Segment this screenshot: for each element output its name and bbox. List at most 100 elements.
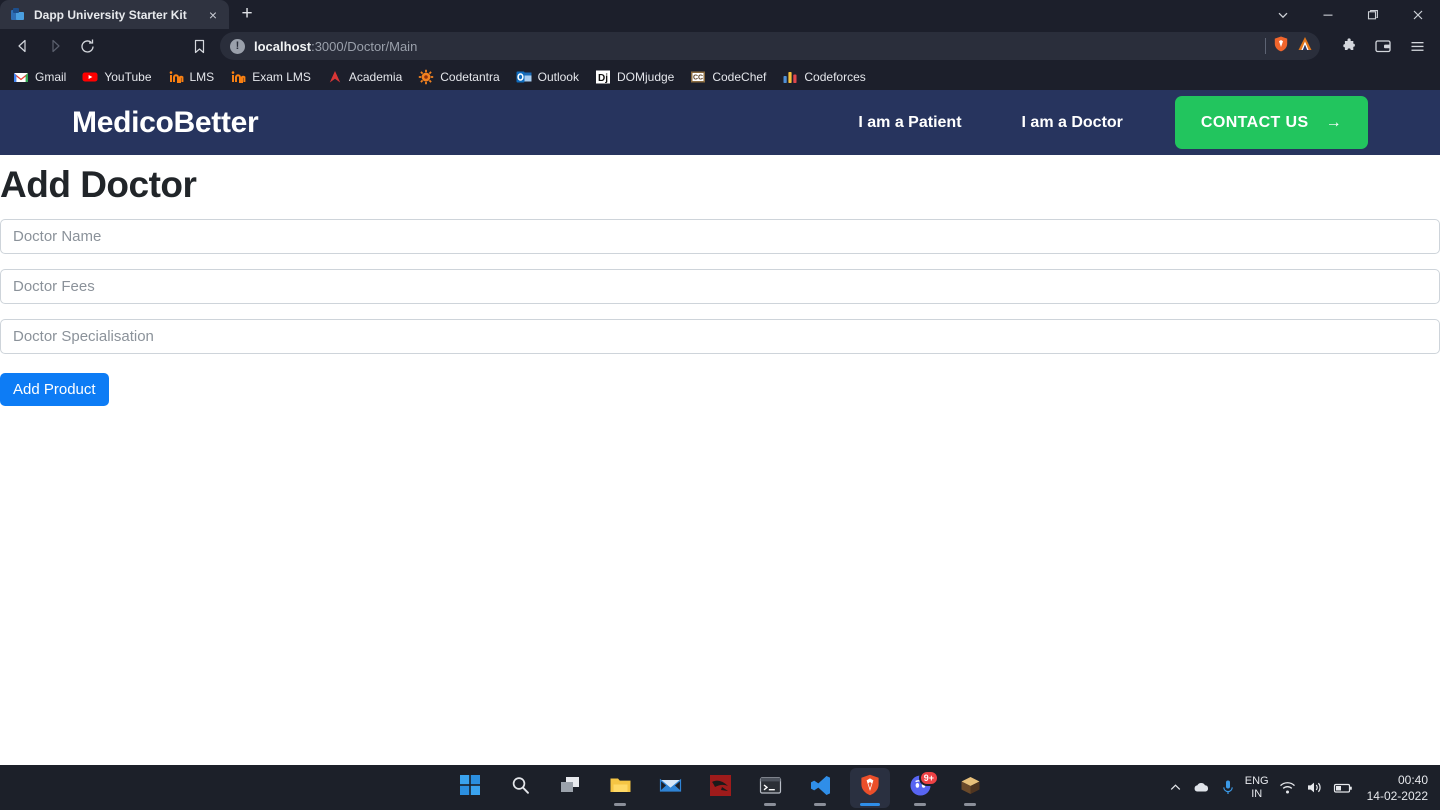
bookmark-label: DOMjudge [616,69,675,84]
running-indicator [914,802,926,806]
tab-title: Dapp University Starter Kit [34,7,187,22]
bookmark-codetantra[interactable]: Codetantra [411,66,506,88]
bookmark-domjudge[interactable]: Dj DOMjudge [588,66,681,88]
bookmark-label: LMS [189,69,215,84]
bookmark-outlook[interactable]: Outlook [509,66,586,88]
tab-strip: Dapp University Starter Kit × + [0,0,1440,29]
bookmark-codeforces[interactable]: Codeforces [775,66,872,88]
taskbar-items: 9+ [450,767,990,808]
minecraft[interactable] [950,768,990,808]
page-title: Add Doctor [0,164,197,205]
outlook-icon [516,69,532,85]
terminal[interactable] [750,768,790,808]
battery-icon[interactable] [1333,781,1353,795]
maximize-icon[interactable] [1350,0,1395,29]
site-nav-links: I am a Patient I am a Doctor CONTACT US … [828,96,1368,149]
search-button[interactable] [500,768,540,808]
doctor-name-input[interactable]: Doctor Name [0,218,1440,254]
nav-link-patient[interactable]: I am a Patient [828,114,991,132]
bookmark-academia[interactable]: Academia [320,66,409,88]
bookmark-lms[interactable]: LMS [161,66,222,88]
bookmark-label: Exam LMS [252,69,311,84]
bookmark-this-icon[interactable] [184,32,214,60]
url-text: localhost:3000/Doctor/Main [254,39,417,54]
site-info-icon[interactable]: ! [230,38,245,54]
task-view-icon [559,774,581,801]
bookmark-exam-lms[interactable]: Exam LMS [223,66,318,88]
moodle-icon [168,69,184,85]
url-host: localhost [254,38,312,54]
omnibox-actions [1257,35,1314,58]
language-indicator[interactable]: ENG IN [1245,775,1269,801]
volume-icon[interactable] [1306,780,1323,795]
task-view-button[interactable] [550,768,590,808]
running-indicator [814,802,826,806]
file-explorer[interactable] [600,768,640,808]
tab-search-icon[interactable] [1260,0,1305,29]
microphone-icon[interactable] [1221,779,1235,796]
running-indicator [964,802,976,806]
file-explorer-icon [609,774,632,802]
doctor-specialisation-placeholder: Doctor Specialisation [13,327,154,345]
toolbar-right-actions [1328,32,1432,60]
onedrive-icon[interactable] [1192,780,1211,795]
browser-tab[interactable]: Dapp University Starter Kit × [0,0,229,29]
bookmark-label: Codeforces [804,69,866,84]
doctor-fees-input[interactable]: Doctor Fees [0,268,1440,304]
doctor-specialisation-input[interactable]: Doctor Specialisation [0,318,1440,354]
reload-icon[interactable] [72,32,102,60]
running-indicator [764,802,776,806]
browser-menu-icon[interactable] [1402,32,1432,60]
page-content: Add Doctor Doctor Name Doctor Fees Docto… [0,155,1440,406]
tray-overflow-icon[interactable] [1169,781,1182,794]
mail-app[interactable] [650,768,690,808]
bookmark-label: YouTube [104,69,152,84]
site-logo[interactable]: MedicoBetter [72,106,259,140]
back-icon[interactable] [8,32,38,60]
language-line-1: ENG [1244,774,1269,787]
terminal-icon [759,774,782,802]
address-bar[interactable]: ! localhost:3000/Doctor/Main [220,32,1320,60]
minimize-icon[interactable] [1305,0,1350,29]
metamask-icon[interactable] [1296,35,1314,58]
codechef-icon: CC [690,69,706,85]
windows-start-icon [459,774,481,801]
close-window-icon[interactable] [1395,0,1440,29]
language-line-2: IN [1251,787,1263,800]
codeforces-icon [782,69,798,85]
bookmark-label: Outlook [537,69,579,84]
bookmark-gmail[interactable]: Gmail [6,66,73,88]
minecraft-icon [959,774,982,802]
kali-linux[interactable] [700,768,740,808]
brave-browser[interactable] [850,767,890,808]
site-navbar: MedicoBetter I am a Patient I am a Docto… [0,90,1440,155]
doctor-name-placeholder: Doctor Name [13,227,102,245]
youtube-icon [82,69,98,85]
browser-window: Dapp University Starter Kit × + ! localh… [0,0,1440,765]
add-product-button[interactable]: Add Product [0,372,109,406]
bookmark-codechef[interactable]: CC CodeChef [683,66,773,88]
close-tab-icon[interactable]: × [205,7,221,23]
arrow-right-icon: → [1325,113,1342,131]
discord[interactable]: 9+ [900,768,940,808]
vscode-icon [809,774,832,802]
clock[interactable]: 00:40 14-02-2022 [1363,772,1428,804]
bookmark-youtube[interactable]: YouTube [75,66,158,88]
brave-shields-icon[interactable] [1272,35,1290,58]
active-indicator [860,802,880,806]
forward-icon[interactable] [40,32,70,60]
brave-icon [858,773,882,802]
browser-toolbar: ! localhost:3000/Doctor/Main [0,29,1440,63]
start-button[interactable] [450,768,490,808]
contact-us-button[interactable]: CONTACT US → [1174,96,1368,149]
brave-wallet-icon[interactable] [1368,32,1398,60]
vs-code[interactable] [800,768,840,808]
new-tab-button[interactable]: + [233,0,261,28]
extensions-puzzle-icon[interactable] [1334,32,1364,60]
wifi-icon[interactable] [1279,781,1296,795]
domjudge-icon: Dj [595,69,611,85]
contact-us-label: CONTACT US [1200,113,1309,131]
nav-link-doctor[interactable]: I am a Doctor [992,114,1153,132]
svg-text:CC: CC [693,74,703,81]
window-controls [1260,0,1440,29]
